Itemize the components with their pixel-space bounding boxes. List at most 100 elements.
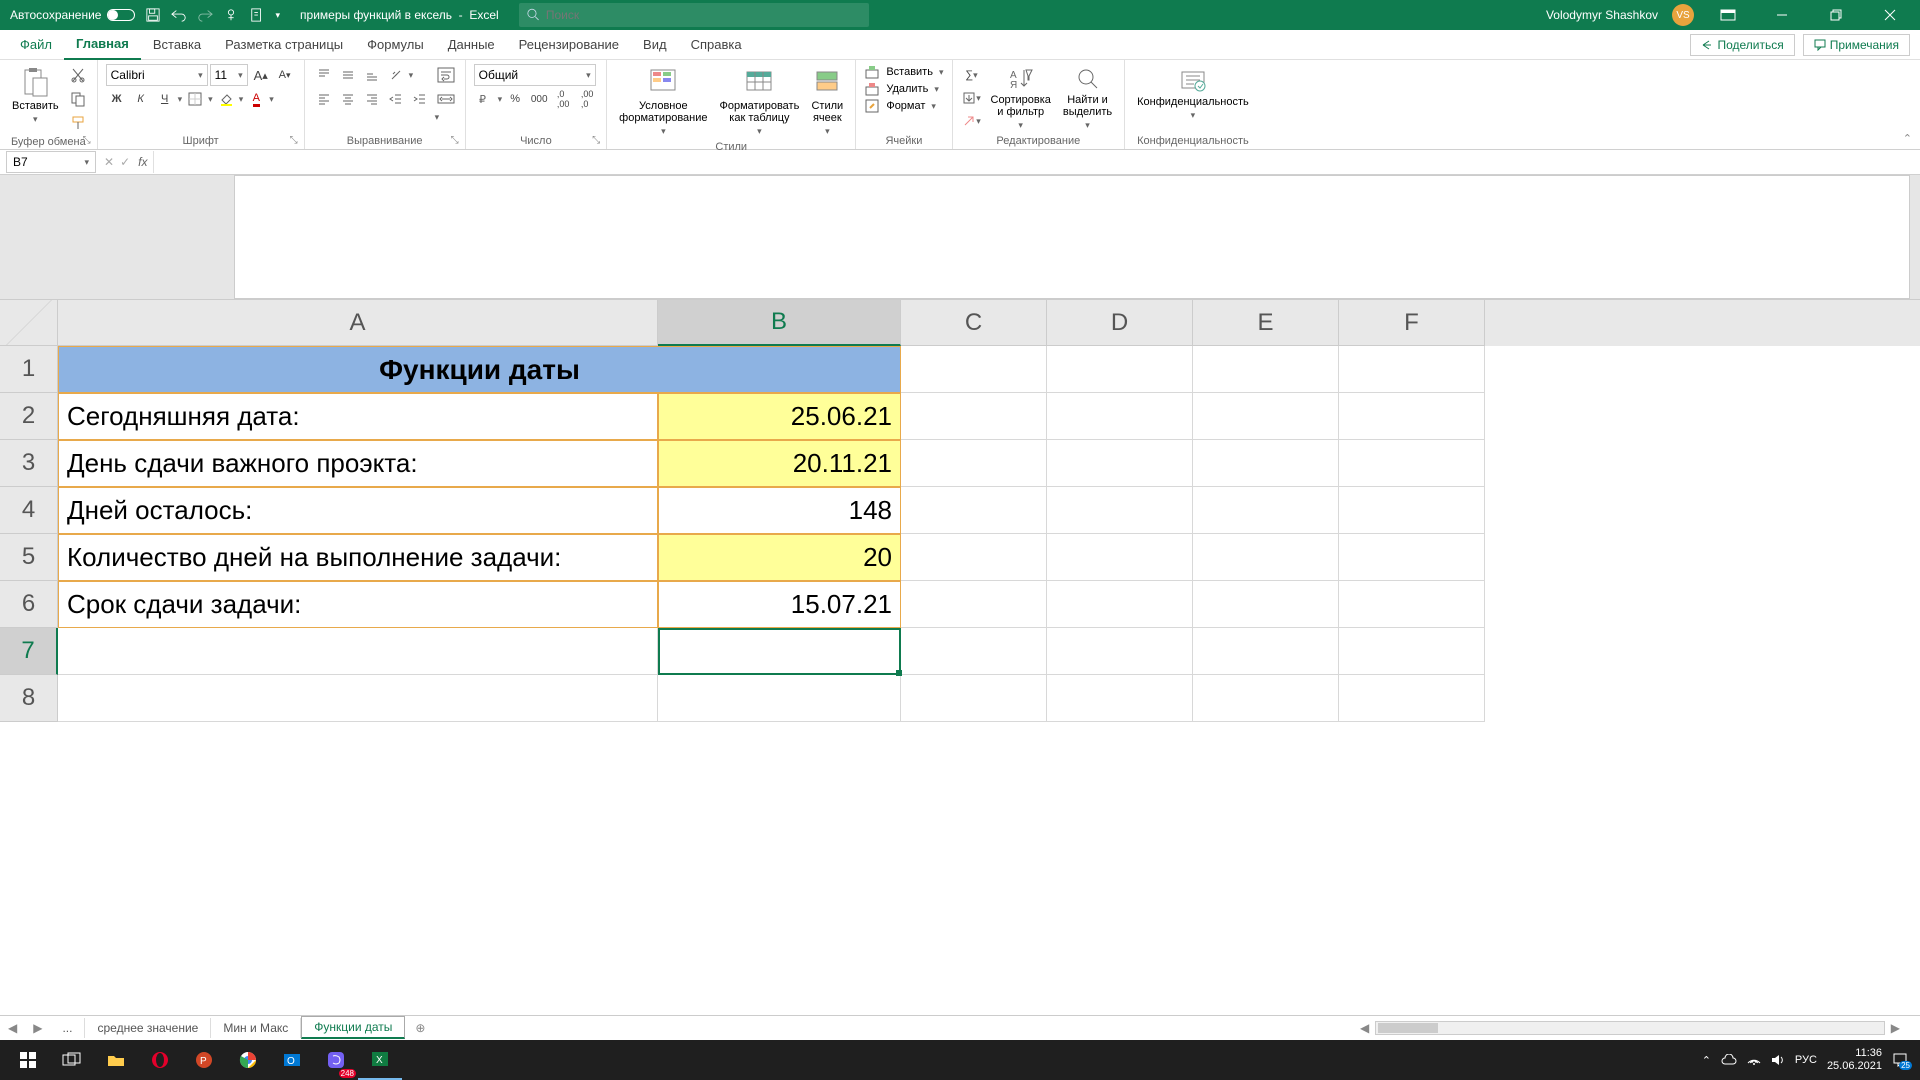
clear-icon[interactable]: ▾ [961,110,983,132]
cell-f5[interactable] [1339,534,1485,581]
font-size-select[interactable]: 11▾ [210,64,248,86]
worksheet-grid[interactable]: A B C D E F 1 Функции даты 2 Сегодняшняя… [0,300,1920,722]
undo-icon[interactable] [171,7,187,23]
cell-a3[interactable]: День сдачи важного проэкта: [58,440,658,487]
number-launcher-icon[interactable]: ⤡ [592,135,604,147]
cell-c1[interactable] [901,346,1047,393]
delete-cells-button[interactable]: Удалить▾ [864,81,943,97]
tab-data[interactable]: Данные [436,30,507,60]
cell-styles-button[interactable]: Стили ячеек▾ [807,64,847,139]
cell-c3[interactable] [901,440,1047,487]
search-input[interactable] [546,8,861,22]
row-header-2[interactable]: 2 [0,393,58,440]
cell-a4[interactable]: Дней осталось: [58,487,658,534]
cell-c8[interactable] [901,675,1047,722]
cell-a2[interactable]: Сегодняшняя дата: [58,393,658,440]
cell-e1[interactable] [1193,346,1339,393]
border-icon[interactable] [184,88,206,110]
accounting-icon[interactable]: ₽ [474,88,496,110]
ribbon-display-icon[interactable] [1708,0,1748,30]
underline-icon[interactable]: Ч [154,88,176,110]
touch-mode-icon[interactable] [223,7,239,23]
qat-customize-icon[interactable] [249,7,265,23]
horizontal-scrollbar[interactable] [1375,1021,1885,1035]
cell-f1[interactable] [1339,346,1485,393]
cell-c6[interactable] [901,581,1047,628]
percent-icon[interactable]: % [504,88,526,110]
cell-e4[interactable] [1193,487,1339,534]
paste-button[interactable]: Вставить ▾ [8,64,63,127]
hscroll-right-icon[interactable]: ▶ [1891,1021,1900,1035]
conditional-format-button[interactable]: Условное форматирование▾ [615,64,711,139]
tray-onedrive-icon[interactable] [1721,1054,1737,1066]
wrap-text-icon[interactable] [435,64,457,86]
outlook-icon[interactable]: O [270,1040,314,1080]
cell-a5[interactable]: Количество дней на выполнение задачи: [58,534,658,581]
tab-insert[interactable]: Вставка [141,30,213,60]
align-middle-icon[interactable] [337,64,359,86]
enter-formula-icon[interactable]: ✓ [120,155,130,169]
cell-d5[interactable] [1047,534,1193,581]
cell-f7[interactable] [1339,628,1485,675]
cell-b3[interactable]: 20.11.21 [658,440,901,487]
col-header-c[interactable]: C [901,300,1047,346]
col-header-f[interactable]: F [1339,300,1485,346]
cell-c5[interactable] [901,534,1047,581]
decrease-decimal-icon[interactable]: ,00,0 [576,88,598,110]
chrome-icon[interactable] [226,1040,270,1080]
clipboard-launcher-icon[interactable]: ⤡ [83,135,95,147]
autosave-toggle[interactable]: Автосохранение [10,8,135,22]
row-header-8[interactable]: 8 [0,675,58,722]
cell-e3[interactable] [1193,440,1339,487]
cell-a1-merged[interactable]: Функции даты [58,346,901,393]
collapse-ribbon-icon[interactable]: ⌃ [1903,132,1912,145]
sheet-tab-1[interactable]: среднее значение [85,1018,211,1038]
fill-color-icon[interactable] [215,88,237,110]
tray-network-icon[interactable] [1747,1054,1761,1066]
copy-icon[interactable] [67,88,89,110]
confidentiality-button[interactable]: Конфиденциальность▾ [1133,64,1253,123]
bold-icon[interactable]: Ж [106,88,128,110]
cancel-formula-icon[interactable]: ✕ [104,155,114,169]
tray-clock[interactable]: 11:36 25.06.2021 [1827,1047,1882,1073]
viber-icon[interactable]: 248 [314,1040,358,1080]
cell-d6[interactable] [1047,581,1193,628]
italic-icon[interactable]: К [130,88,152,110]
font-color-icon[interactable]: А [245,88,267,110]
align-left-icon[interactable] [313,88,335,110]
hscroll-left-icon[interactable]: ◀ [1360,1021,1369,1035]
save-icon[interactable] [145,7,161,23]
cell-f6[interactable] [1339,581,1485,628]
file-explorer-icon[interactable] [94,1040,138,1080]
decrease-font-icon[interactable]: A▾ [274,64,296,86]
cell-e5[interactable] [1193,534,1339,581]
add-sheet-icon[interactable]: ⊕ [405,1021,435,1035]
align-right-icon[interactable] [361,88,383,110]
find-select-button[interactable]: Найти и выделить▾ [1059,64,1116,133]
opera-icon[interactable] [138,1040,182,1080]
col-header-b[interactable]: B [658,300,901,346]
col-header-d[interactable]: D [1047,300,1193,346]
tab-formulas[interactable]: Формулы [355,30,436,60]
increase-decimal-icon[interactable]: ,0,00 [552,88,574,110]
number-format-select[interactable]: Общий▾ [474,64,596,86]
sheet-tab-more[interactable]: ... [50,1018,85,1038]
row-header-1[interactable]: 1 [0,346,58,393]
cell-d2[interactable] [1047,393,1193,440]
tab-view[interactable]: Вид [631,30,679,60]
cell-c4[interactable] [901,487,1047,534]
format-table-button[interactable]: Форматировать как таблицу▾ [716,64,804,139]
user-avatar[interactable]: VS [1672,4,1694,26]
cell-b6[interactable]: 15.07.21 [658,581,901,628]
sort-filter-button[interactable]: АЯ Сортировка и фильтр▾ [987,64,1055,133]
sheet-nav-prev-icon[interactable]: ◀ [0,1021,25,1035]
cell-b7[interactable] [658,628,901,675]
tray-expand-icon[interactable]: ⌃ [1702,1054,1711,1067]
cell-f2[interactable] [1339,393,1485,440]
merge-icon[interactable] [435,88,457,110]
name-box[interactable]: B7▾ [6,151,96,173]
col-header-e[interactable]: E [1193,300,1339,346]
align-center-icon[interactable] [337,88,359,110]
decrease-indent-icon[interactable] [385,88,407,110]
cell-e8[interactable] [1193,675,1339,722]
